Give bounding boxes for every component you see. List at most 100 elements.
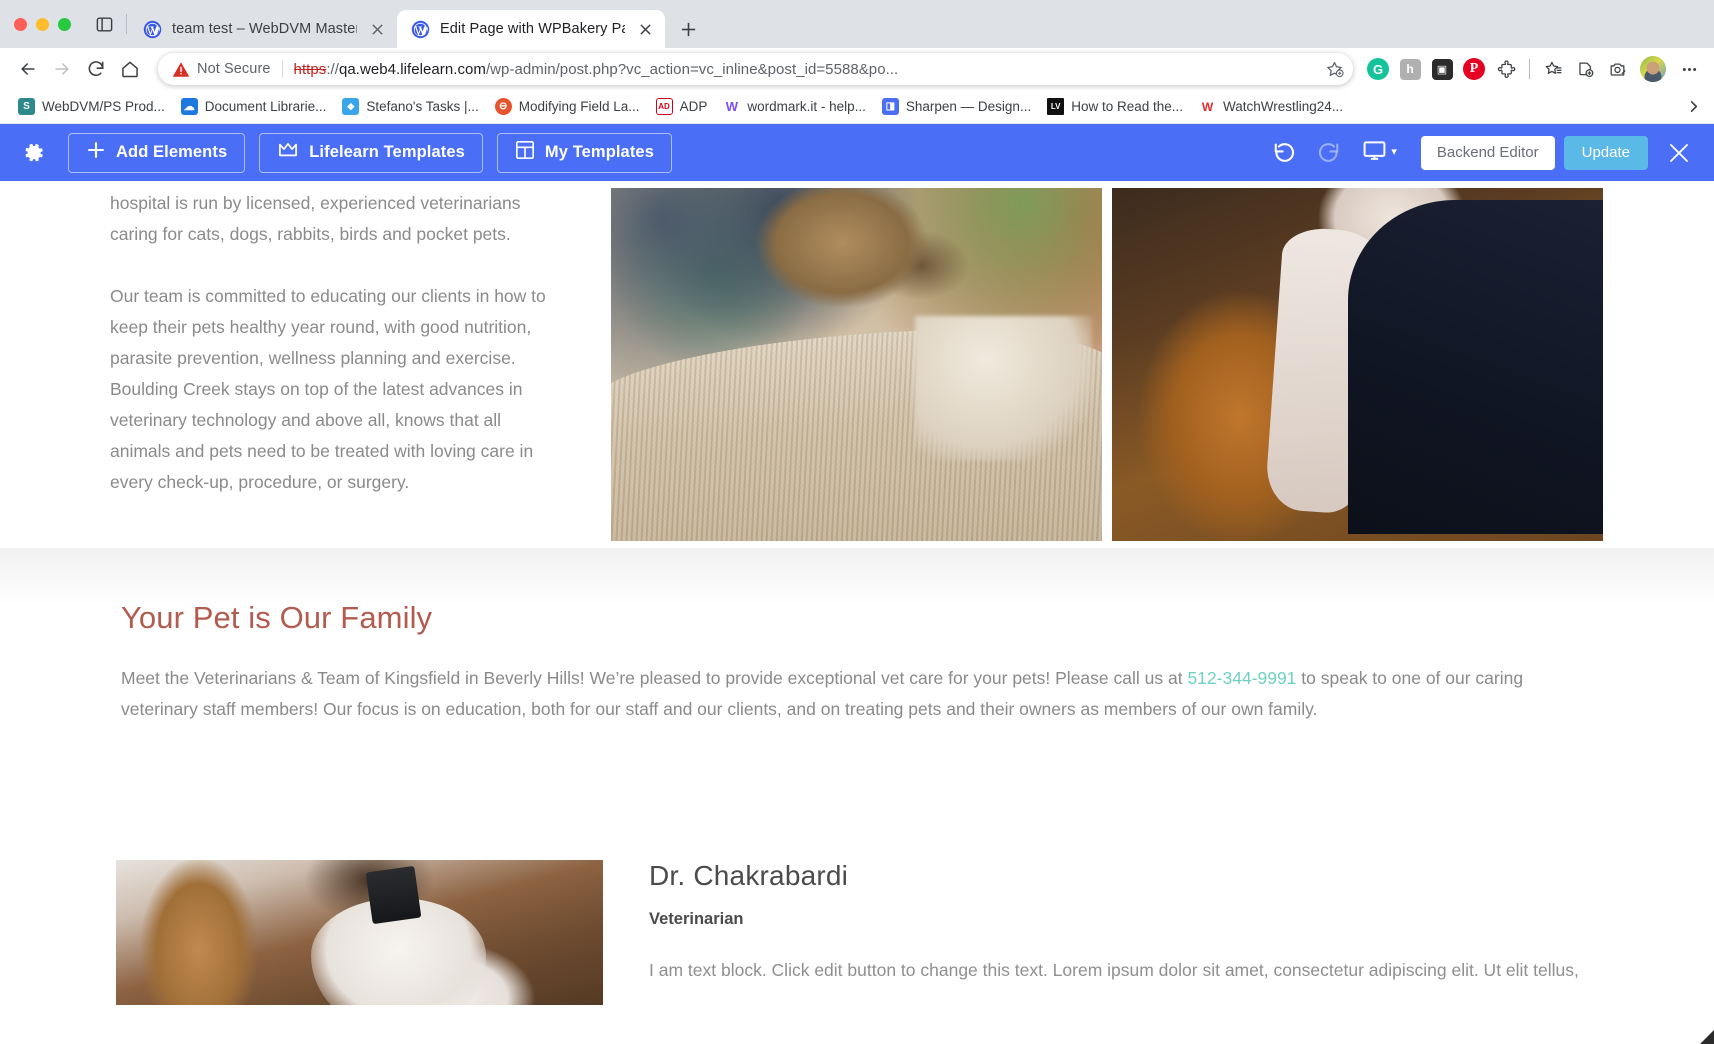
toolbar-divider — [1529, 59, 1530, 79]
window-maximize-button[interactable] — [58, 17, 71, 31]
bookmark-favicon: W — [723, 98, 741, 115]
bookmark-favicon: S — [18, 98, 35, 115]
section-shadow — [0, 548, 1714, 606]
loom-extension-icon[interactable]: ▣ — [1427, 54, 1457, 84]
security-status[interactable]: Not Secure — [172, 61, 271, 78]
pinterest-extension-icon[interactable]: P — [1459, 54, 1489, 84]
reload-button[interactable] — [80, 53, 112, 85]
lifelearn-templates-label: Lifelearn Templates — [309, 143, 465, 161]
new-tab-button[interactable] — [671, 12, 705, 46]
team-member-name: Dr. Chakrabardi — [649, 860, 849, 891]
tab-title: team test – WebDVM Master — [172, 21, 357, 37]
monitor-icon — [1362, 138, 1387, 168]
extensions-puzzle-icon[interactable] — [1491, 54, 1521, 84]
bookmark-adp[interactable]: AD ADP — [648, 94, 716, 119]
omnibox-divider — [281, 60, 283, 78]
bookmark-favicon: LV — [1047, 98, 1065, 115]
wordpress-icon — [143, 20, 162, 39]
profile-avatar[interactable] — [1640, 56, 1666, 82]
my-templates-button[interactable]: My Templates — [496, 132, 672, 173]
favorites-icon[interactable] — [1538, 54, 1568, 84]
intro-text-block: hospital is run by licensed, experienced… — [110, 188, 565, 529]
url-text[interactable]: https://qa.web4.lifelearn.com/wp-admin/p… — [294, 61, 1321, 78]
bookmark-label: WatchWrestling24... — [1223, 99, 1344, 114]
tab-search-icon[interactable] — [85, 0, 124, 48]
chevron-down-icon: ▾ — [1391, 146, 1397, 158]
browser-menu-button[interactable] — [1674, 54, 1704, 84]
redo-icon[interactable] — [1306, 133, 1350, 173]
bookmark-label: Document Librarie... — [204, 99, 327, 114]
star-plus-icon[interactable] — [1321, 56, 1347, 82]
intro-paragraph-1: hospital is run by licensed, experienced… — [110, 193, 521, 244]
undo-icon[interactable] — [1262, 133, 1306, 173]
screenshot-icon[interactable] — [1602, 54, 1632, 84]
bookmark-webdvm-ps-prod[interactable]: S WebDVM/PS Prod... — [10, 94, 173, 119]
family-section: Your Pet is Our Family Meet the Veterina… — [0, 600, 1714, 725]
url-scheme: https — [293, 60, 327, 78]
add-elements-label: Add Elements — [116, 143, 228, 161]
tab-team-test[interactable]: team test – WebDVM Master — [129, 10, 397, 48]
device-preview-selector[interactable]: ▾ — [1350, 138, 1403, 168]
browser-toolbar: Not Secure https://qa.web4.lifelearn.com… — [0, 48, 1714, 90]
team-member-photo — [116, 860, 603, 1005]
my-templates-label: My Templates — [544, 143, 654, 161]
team-member-info: Dr. Chakrabardi Veterinarian I am text b… — [649, 860, 1714, 1005]
family-paragraph: Meet the Veterinarians & Team of Kingsfi… — [121, 663, 1531, 725]
close-icon[interactable] — [1656, 133, 1702, 173]
bookmarks-overflow-chevron-right-icon[interactable] — [1680, 94, 1706, 120]
intro-paragraph-2: Our team is committed to educating our c… — [110, 286, 546, 492]
window-resize-handle[interactable] — [1696, 1026, 1714, 1044]
grammarly-extension-icon[interactable]: G — [1363, 54, 1393, 84]
gear-icon[interactable] — [14, 133, 54, 173]
backend-editor-button[interactable]: Backend Editor — [1420, 135, 1555, 170]
intro-photo-gallery — [611, 188, 1603, 541]
add-elements-button[interactable]: Add Elements — [68, 132, 246, 173]
bookmark-modifying-field-labels[interactable]: ⊖ Modifying Field La... — [487, 94, 648, 119]
security-label: Not Secure — [197, 61, 271, 77]
forward-button[interactable] — [46, 53, 78, 85]
bookmark-favicon: AD — [655, 98, 673, 115]
back-button[interactable] — [12, 53, 44, 85]
bookmark-wordmark-it[interactable]: W wordmark.it - help... — [715, 94, 874, 119]
collections-icon[interactable] — [1570, 54, 1600, 84]
warning-triangle-icon — [172, 61, 190, 77]
page-title: Your Pet is Our Family — [121, 600, 433, 635]
lifelearn-templates-button[interactable]: Lifelearn Templates — [259, 132, 483, 173]
bookmark-label: How to Read the... — [1071, 99, 1184, 114]
wordpress-icon — [411, 20, 430, 39]
bookmark-label: WebDVM/PS Prod... — [42, 99, 165, 114]
honey-extension-icon[interactable]: h — [1395, 54, 1425, 84]
url-separator: :// — [326, 60, 339, 78]
team-member-row: Dr. Chakrabardi Veterinarian I am text b… — [0, 860, 1714, 1005]
bookmark-watchwrestling24[interactable]: W WatchWrestling24... — [1191, 94, 1351, 119]
bookmark-sharpen-design[interactable]: ◨ Sharpen — Design... — [874, 94, 1039, 119]
bookmark-favicon: ☁ — [180, 98, 198, 115]
bookmark-favicon: ◆ — [342, 98, 360, 115]
wpbakery-toolbar: Add Elements Lifelearn Templates My Temp… — [0, 124, 1714, 181]
extension-icons: G h ▣ P — [1363, 54, 1704, 84]
tab-edit-page-wpbakery[interactable]: Edit Page with WPBakery Page — [397, 10, 665, 48]
tab-title: Edit Page with WPBakery Page — [440, 21, 625, 37]
tab-close-icon[interactable] — [367, 19, 387, 39]
browser-window: team test – WebDVM Master Edit Page with… — [0, 0, 1714, 1044]
window-close-button[interactable] — [14, 17, 27, 31]
bookmark-document-libraries[interactable]: ☁ Document Librarie... — [173, 94, 335, 119]
bookmarks-bar: S WebDVM/PS Prod... ☁ Document Librarie.… — [0, 90, 1714, 124]
tab-close-icon[interactable] — [635, 19, 655, 39]
tab-divider — [126, 14, 127, 34]
cat-photo — [611, 188, 1102, 541]
backend-editor-label: Backend Editor — [1436, 144, 1539, 161]
phone-link[interactable]: 512-344-9991 — [1187, 668, 1296, 688]
bookmark-how-to-read-the[interactable]: LV How to Read the... — [1039, 94, 1191, 119]
bookmark-stefanos-tasks[interactable]: ◆ Stefano's Tasks |... — [334, 94, 486, 119]
address-bar[interactable]: Not Secure https://qa.web4.lifelearn.com… — [158, 53, 1353, 85]
plus-icon — [86, 140, 106, 165]
team-member-section: Dr. Chakrabardi Veterinarian I am text b… — [0, 860, 1714, 1005]
home-button[interactable] — [114, 53, 146, 85]
team-member-bio: I am text block. Click edit button to ch… — [649, 960, 1579, 980]
bookmark-label: Stefano's Tasks |... — [366, 99, 479, 114]
bookmark-favicon: ⊖ — [494, 98, 512, 115]
window-minimize-button[interactable] — [36, 17, 49, 31]
team-member-role: Veterinarian — [649, 910, 744, 928]
update-button[interactable]: Update — [1563, 135, 1648, 170]
